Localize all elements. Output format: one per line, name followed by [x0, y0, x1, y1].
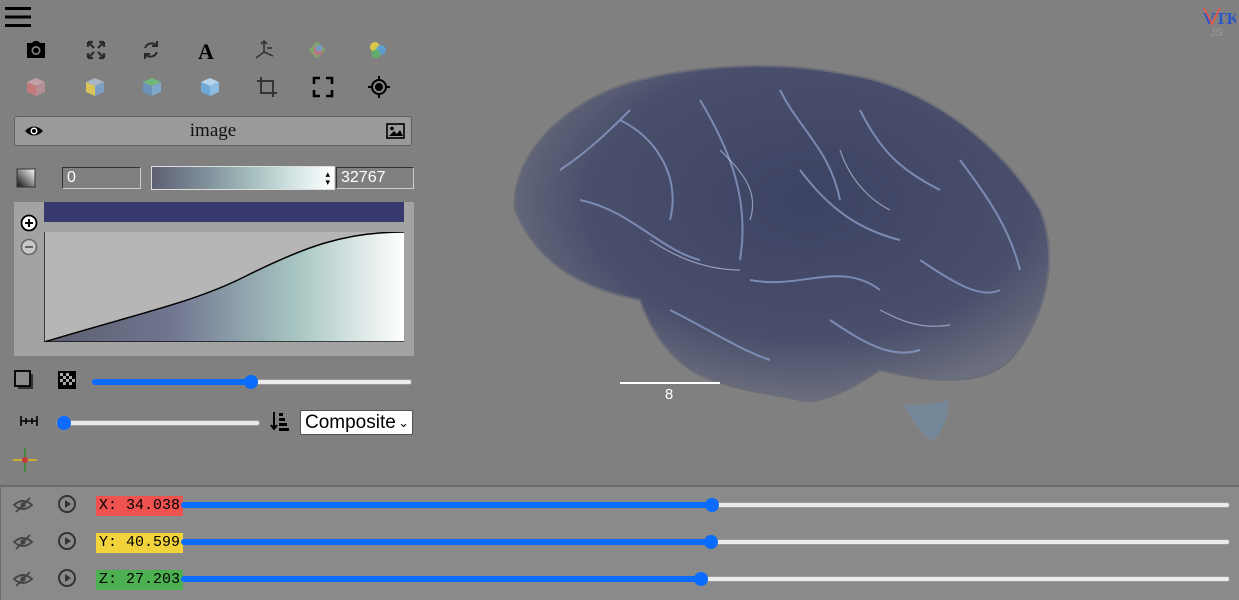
picture-icon[interactable] — [385, 122, 405, 140]
opacity-curve[interactable] — [44, 232, 404, 342]
add-point-icon[interactable] — [19, 213, 39, 233]
slice-z-label: Z: 27.203 — [96, 570, 184, 590]
checker-opacity-icon[interactable] — [56, 369, 78, 391]
color-channels-icon[interactable] — [365, 37, 391, 63]
play-icon[interactable] — [56, 530, 78, 552]
svg-text:JS: JS — [1210, 27, 1223, 38]
eye-slash-icon[interactable] — [11, 569, 35, 589]
range-min-input[interactable]: 0 — [62, 167, 141, 189]
view-x-icon[interactable] — [23, 74, 49, 100]
colormap-bar — [44, 202, 404, 222]
image-layer-row: image — [14, 116, 412, 146]
scale-bar — [620, 382, 720, 384]
fullscreen-icon[interactable] — [310, 74, 336, 100]
spinner-icon: ▴ ▾ — [325, 169, 330, 187]
slice-x-label: X: 34.038 — [96, 496, 184, 516]
camera-icon[interactable] — [23, 37, 49, 63]
svg-text:A: A — [198, 39, 214, 61]
menu-button[interactable] — [5, 6, 31, 28]
reset-rotation-icon[interactable] — [138, 37, 164, 63]
gradient-preset-icon[interactable] — [15, 167, 37, 189]
reset-camera-icon[interactable] — [366, 74, 392, 100]
hamburger-icon — [5, 7, 31, 27]
transfer-function-editor[interactable] — [14, 202, 414, 356]
eye-slash-icon[interactable] — [11, 532, 35, 552]
view-y-icon[interactable] — [82, 74, 108, 100]
play-icon[interactable] — [56, 493, 78, 515]
colormap-preset-select[interactable]: ▴ ▾ — [151, 166, 335, 190]
text-annotation-icon[interactable]: A — [194, 37, 220, 63]
blend-mode-value: Composite — [305, 412, 396, 433]
crop-icon[interactable] — [254, 74, 280, 100]
shadow-toggle-icon[interactable] — [12, 369, 36, 391]
axes-icon[interactable] — [251, 37, 277, 63]
view-z-icon[interactable] — [139, 74, 165, 100]
remove-point-icon[interactable] — [19, 237, 39, 257]
slice-y-label: Y: 40.599 — [96, 533, 184, 553]
blend-mode-select[interactable]: Composite ⌄ — [300, 410, 413, 435]
range-max-input[interactable]: 32767 — [336, 167, 414, 189]
sort-order-icon[interactable] — [269, 410, 291, 432]
sample-distance-slider[interactable] — [56, 416, 260, 430]
image-name: image — [189, 120, 237, 141]
scale-bar-label: 8 — [664, 386, 674, 403]
slice-y-slider[interactable] — [181, 535, 1230, 549]
spacing-icon — [18, 411, 40, 431]
svg-text:VTK: VTK — [1203, 9, 1236, 28]
volume-render-view[interactable] — [500, 60, 1060, 450]
slice-controls-panel: X: 34.038 Y: 40.599 Z: 27.203 — [0, 485, 1239, 600]
expand-icon[interactable] — [83, 37, 109, 63]
orientation-widget-icon[interactable] — [305, 37, 331, 63]
eye-slash-icon[interactable] — [11, 495, 35, 515]
opacity-slider[interactable] — [92, 375, 412, 389]
view-3d-icon[interactable] — [197, 74, 223, 100]
slice-z-slider[interactable] — [181, 572, 1230, 586]
vtk-js-logo: VTK JS — [1200, 4, 1236, 38]
slice-x-slider[interactable] — [181, 498, 1230, 512]
chevron-down-icon: ⌄ — [398, 415, 409, 430]
axes-widget-icon[interactable] — [11, 446, 39, 474]
play-icon[interactable] — [56, 567, 78, 589]
